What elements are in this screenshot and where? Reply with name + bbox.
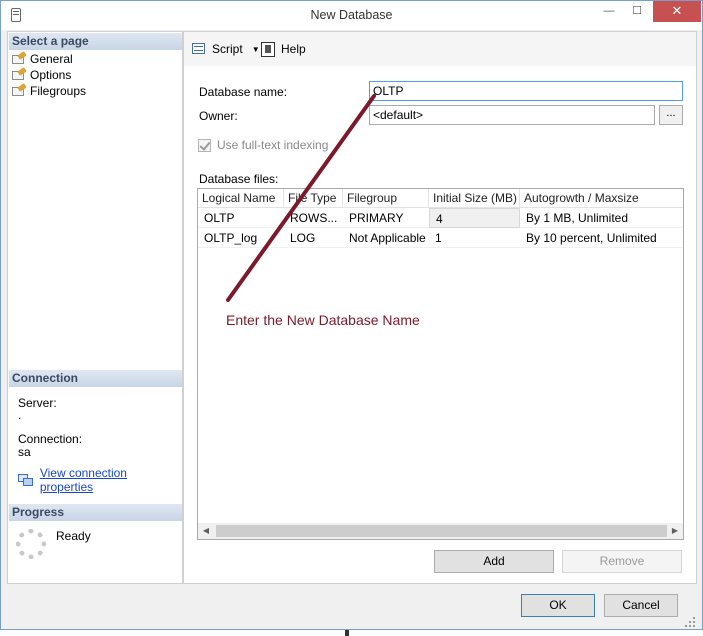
resize-grip-icon[interactable] xyxy=(685,617,697,629)
column-header-file-type[interactable]: File Type xyxy=(284,189,343,208)
title-bar: New Database — ☐ ✕ xyxy=(1,1,702,30)
progress-header: Progress xyxy=(9,504,182,521)
horizontal-scrollbar[interactable]: ◀ ▶ xyxy=(198,523,683,539)
grid-header: Logical Name File Type Filegroup Initial… xyxy=(198,189,683,208)
page-item-general[interactable]: General xyxy=(12,51,73,67)
column-header-filegroup[interactable]: Filegroup xyxy=(343,189,429,208)
database-name-input[interactable]: OLTP xyxy=(369,81,683,101)
ok-button[interactable]: OK xyxy=(521,594,595,617)
owner-input[interactable]: <default> xyxy=(369,105,655,125)
database-files-label: Database files: xyxy=(199,172,279,186)
annotation-text: Enter the New Database Name xyxy=(226,312,420,328)
close-button[interactable]: ✕ xyxy=(653,1,701,22)
owner-browse-button[interactable]: ... xyxy=(659,105,683,125)
connection-label: Connection: xyxy=(18,432,83,446)
page-wrench-icon xyxy=(12,67,27,81)
desktop-strip xyxy=(0,630,703,636)
view-connection-properties-label: View connection properties xyxy=(39,466,127,494)
cell-logical-name[interactable]: OLTP xyxy=(198,208,284,228)
connection-header: Connection xyxy=(9,370,182,387)
table-row[interactable]: OLTP_log LOG Not Applicable 1 By 10 perc… xyxy=(198,228,683,248)
toolbar: Script ▼ Help xyxy=(184,32,696,66)
scrollbar-thumb[interactable] xyxy=(216,525,667,537)
cancel-button[interactable]: Cancel xyxy=(604,594,678,617)
select-page-header: Select a page xyxy=(9,33,182,50)
minimize-button[interactable]: — xyxy=(595,1,623,22)
help-button[interactable]: Help xyxy=(261,40,306,58)
cell-logical-name[interactable]: OLTP_log xyxy=(198,228,284,248)
script-icon xyxy=(192,42,208,56)
page-item-label: Filegroups xyxy=(30,84,87,98)
checkbox-checked-icon xyxy=(198,138,211,152)
scroll-left-icon[interactable]: ◀ xyxy=(198,523,214,539)
progress-spinner-icon xyxy=(16,529,46,559)
database-name-label: Database name: xyxy=(199,85,288,99)
cell-filegroup[interactable]: Not Applicable xyxy=(343,228,429,248)
page-item-label: Options xyxy=(30,68,72,82)
owner-label: Owner: xyxy=(199,109,238,123)
column-header-logical-name[interactable]: Logical Name xyxy=(198,189,284,208)
page-item-filegroups[interactable]: Filegroups xyxy=(12,83,86,99)
help-label: Help xyxy=(281,42,306,56)
remove-button[interactable]: Remove xyxy=(562,550,682,573)
cell-autogrowth[interactable]: By 10 percent, Unlimited xyxy=(520,228,683,248)
view-connection-properties-link[interactable]: View connection properties xyxy=(18,466,182,494)
scroll-right-icon[interactable]: ▶ xyxy=(667,523,683,539)
cell-file-type[interactable]: ROWS... xyxy=(284,208,343,228)
script-label: Script xyxy=(212,42,243,56)
page-wrench-icon xyxy=(12,51,27,65)
left-panel: Select a page General Options Filegroups… xyxy=(7,31,183,584)
desktop-mark xyxy=(345,630,349,636)
table-row[interactable]: OLTP ROWS... PRIMARY 4 By 1 MB, Unlimite… xyxy=(198,208,683,228)
column-header-autogrowth[interactable]: Autogrowth / Maxsize xyxy=(520,189,683,208)
right-panel: Script ▼ Help Database name: OLTP Owner:… xyxy=(183,31,697,584)
cell-file-type[interactable]: LOG xyxy=(284,228,343,248)
server-label: Server: xyxy=(18,396,57,410)
cell-initial-size[interactable]: 4 xyxy=(429,208,520,228)
cell-autogrowth[interactable]: By 1 MB, Unlimited xyxy=(520,208,683,228)
help-icon xyxy=(261,41,277,57)
page-item-options[interactable]: Options xyxy=(12,67,71,83)
script-button[interactable]: Script ▼ xyxy=(192,40,260,58)
page-item-label: General xyxy=(30,51,73,67)
connection-value: sa xyxy=(18,445,31,459)
cell-filegroup[interactable]: PRIMARY xyxy=(343,208,429,228)
database-files-grid: Logical Name File Type Filegroup Initial… xyxy=(197,188,684,540)
connection-properties-icon xyxy=(18,473,34,487)
progress-status: Ready xyxy=(56,529,91,543)
cell-initial-size[interactable]: 1 xyxy=(429,228,520,248)
maximize-button[interactable]: ☐ xyxy=(623,1,651,22)
column-header-initial-size[interactable]: Initial Size (MB) xyxy=(429,189,520,208)
fulltext-indexing-checkbox[interactable]: Use full-text indexing xyxy=(198,138,328,152)
server-value: . xyxy=(18,408,22,422)
page-wrench-icon xyxy=(12,83,27,97)
fulltext-indexing-label: Use full-text indexing xyxy=(217,138,329,152)
add-button[interactable]: Add xyxy=(434,550,554,573)
chevron-down-icon[interactable]: ▼ xyxy=(252,45,260,54)
